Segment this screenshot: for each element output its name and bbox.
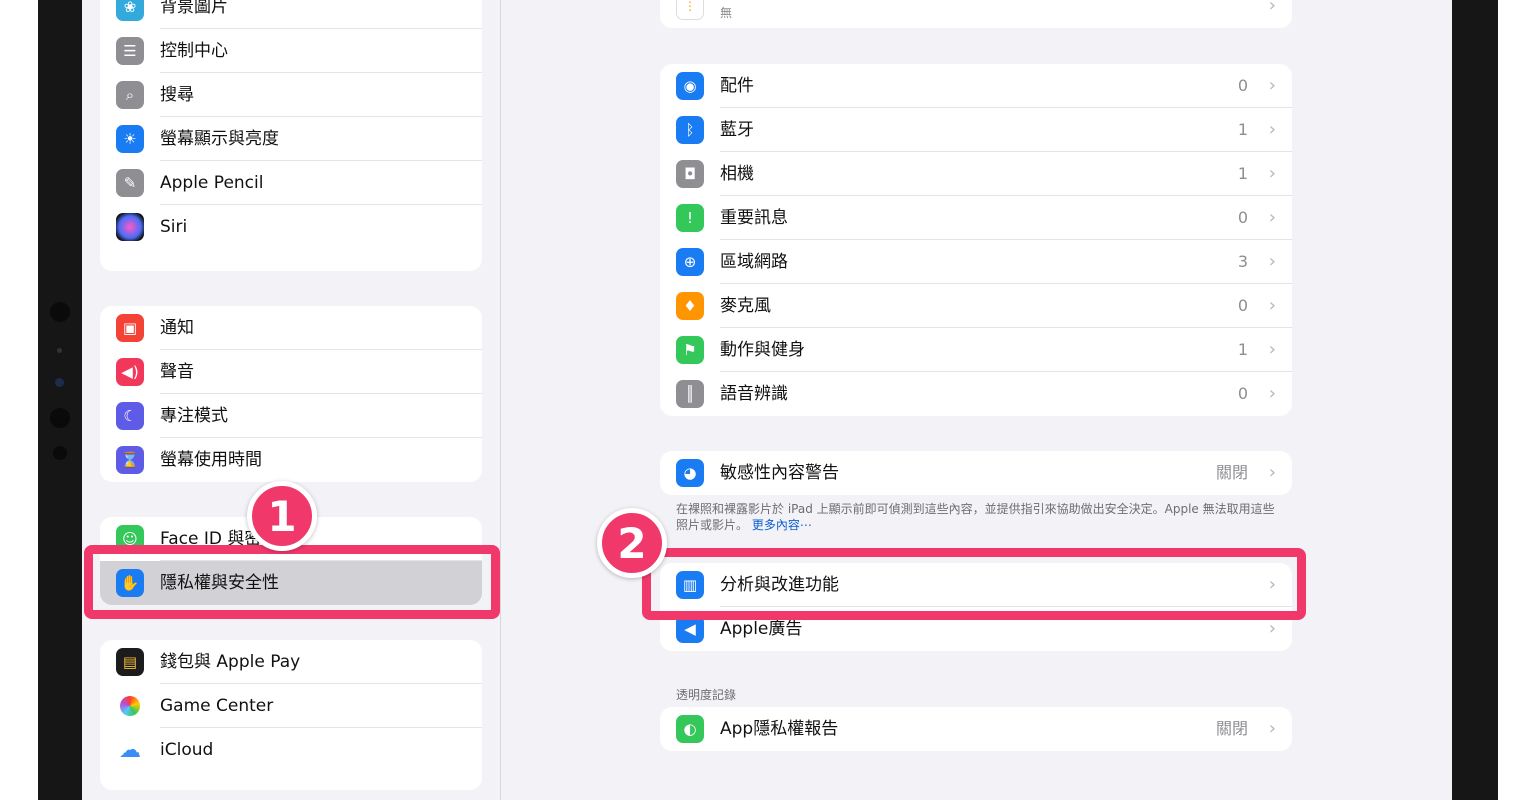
row-critical-messages[interactable]: ! 重要訊息 0 › bbox=[660, 196, 1292, 240]
sidebar-item-siri[interactable]: Siri bbox=[100, 205, 482, 249]
chevron-right-icon: › bbox=[1268, 339, 1276, 360]
row-speech-recognition[interactable]: ║ 語音辨識 0 › bbox=[660, 372, 1292, 416]
sidebar-item-focus[interactable]: ☾ 專注模式 bbox=[100, 394, 482, 438]
sidebar-group-display: ❀ 背景圖片 ☰ 控制中心 ⌕ 搜尋 ☀ 螢幕顯示與亮度 ✎ Apple Pen… bbox=[100, 0, 482, 271]
sidebar-item-screen-time[interactable]: ⌛ 螢幕使用時間 bbox=[100, 438, 482, 482]
hourglass-icon: ⌛ bbox=[116, 446, 144, 474]
camera-lens bbox=[50, 408, 70, 428]
app-privacy-group: ◐ App隱私權報告 關閉 › bbox=[660, 707, 1292, 751]
row-camera[interactable]: ◘ 相機 1 › bbox=[660, 152, 1292, 196]
eye-warning-icon: ◕ bbox=[676, 459, 704, 487]
sidebar-item-search[interactable]: ⌕ 搜尋 bbox=[100, 73, 482, 117]
ipad-screen: ❀ 背景圖片 ☰ 控制中心 ⌕ 搜尋 ☀ 螢幕顯示與亮度 ✎ Apple Pen… bbox=[82, 0, 1452, 800]
sidebar-item-game-center[interactable]: Game Center bbox=[100, 684, 482, 728]
notification-icon: ▣ bbox=[116, 314, 144, 342]
chevron-right-icon: › bbox=[1268, 251, 1276, 272]
chevron-right-icon: › bbox=[1268, 295, 1276, 316]
chevron-right-icon: › bbox=[1268, 383, 1276, 404]
speech-icon: ║ bbox=[676, 380, 704, 408]
sensor-dot bbox=[53, 446, 67, 460]
row-accessories[interactable]: ◉ 配件 0 › bbox=[660, 64, 1292, 108]
highlight-analytics bbox=[642, 548, 1306, 620]
sidebar-group-notifications: ▣ 通知 ◀) 聲音 ☾ 專注模式 ⌛ 螢幕使用時間 bbox=[100, 306, 482, 482]
more-info-link[interactable]: 更多內容⋯ bbox=[752, 518, 812, 532]
sidebar-item-display[interactable]: ☀ 螢幕顯示與亮度 bbox=[100, 117, 482, 161]
siri-icon bbox=[116, 213, 144, 241]
row-motion-fitness[interactable]: ⚑ 動作與健身 1 › bbox=[660, 328, 1292, 372]
chevron-right-icon: › bbox=[1268, 0, 1276, 16]
row-local-network[interactable]: ⊕ 區域網路 3 › bbox=[660, 240, 1292, 284]
step-badge-2: 2 bbox=[597, 508, 667, 578]
control-center-icon: ☰ bbox=[116, 37, 144, 65]
chevron-right-icon: › bbox=[1268, 163, 1276, 184]
globe-icon: ⊕ bbox=[676, 248, 704, 276]
settings-sidebar: ❀ 背景圖片 ☰ 控制中心 ⌕ 搜尋 ☀ 螢幕顯示與亮度 ✎ Apple Pen… bbox=[82, 0, 501, 800]
accessory-icon: ◉ bbox=[676, 72, 704, 100]
sidebar-item-icloud[interactable]: ☁ iCloud bbox=[100, 728, 482, 772]
brightness-icon: ☀ bbox=[116, 125, 144, 153]
bluetooth-icon: ᛒ bbox=[676, 116, 704, 144]
search-icon: ⌕ bbox=[116, 81, 144, 109]
row-app-privacy-report[interactable]: ◐ App隱私權報告 關閉 › bbox=[660, 707, 1292, 751]
sidebar-item-control-center[interactable]: ☰ 控制中心 bbox=[100, 29, 482, 73]
row-bluetooth[interactable]: ᛒ 藍牙 1 › bbox=[660, 108, 1292, 152]
chevron-right-icon: › bbox=[1268, 462, 1276, 483]
row-microphone[interactable]: ♦ 麥克風 0 › bbox=[660, 284, 1292, 328]
sensitive-content-group: ◕ 敏感性內容警告 關閉 › bbox=[660, 451, 1292, 495]
sidebar-item-wallpaper[interactable]: ❀ 背景圖片 bbox=[100, 0, 482, 29]
chevron-right-icon: › bbox=[1268, 207, 1276, 228]
chevron-right-icon: › bbox=[1268, 119, 1276, 140]
camera-lens bbox=[50, 302, 70, 322]
sidebar-item-apple-pencil[interactable]: ✎ Apple Pencil bbox=[100, 161, 482, 205]
sensor-dot bbox=[57, 348, 62, 353]
sidebar-item-sounds[interactable]: ◀) 聲音 bbox=[100, 350, 482, 394]
game-center-icon bbox=[116, 692, 144, 720]
transparency-section-header: 透明度記錄 bbox=[676, 688, 737, 702]
highlight-privacy bbox=[84, 545, 500, 619]
wallet-icon: ▤ bbox=[116, 648, 144, 676]
critical-message-icon: ! bbox=[676, 204, 704, 232]
chevron-right-icon: › bbox=[1268, 718, 1276, 739]
top-row[interactable]: ⋮ 無 › bbox=[660, 0, 1292, 28]
device-bezel-left bbox=[38, 0, 82, 800]
fitness-icon: ⚑ bbox=[676, 336, 704, 364]
permissions-group: ◉ 配件 0 › ᛒ 藍牙 1 › ◘ 相機 1 › ! 重要訊息 0 › ⊕ … bbox=[660, 64, 1292, 416]
device-bezel-right bbox=[1452, 0, 1498, 800]
sidebar-item-wallet[interactable]: ▤ 錢包與 Apple Pay bbox=[100, 640, 482, 684]
icloud-icon: ☁ bbox=[116, 736, 144, 764]
sidebar-item-notifications[interactable]: ▣ 通知 bbox=[100, 306, 482, 350]
pencil-icon: ✎ bbox=[116, 169, 144, 197]
camera-icon: ◘ bbox=[676, 160, 704, 188]
shield-icon: ◐ bbox=[676, 715, 704, 743]
list-icon: ⋮ bbox=[676, 0, 704, 20]
sensitive-content-footnote: 在裸照和裸露影片於 iPad 上顯示前即可偵測到這些內容，並提供指引來協助做出安… bbox=[676, 502, 1275, 532]
wallpaper-icon: ❀ bbox=[116, 0, 144, 21]
row-sensitive-content[interactable]: ◕ 敏感性內容警告 關閉 › bbox=[660, 451, 1292, 495]
sound-icon: ◀) bbox=[116, 358, 144, 386]
step-badge-1: 1 bbox=[247, 481, 317, 551]
sensor-dot bbox=[55, 378, 64, 387]
detail-top-group: ⋮ 無 › bbox=[660, 0, 1292, 28]
moon-icon: ☾ bbox=[116, 402, 144, 430]
chevron-right-icon: › bbox=[1268, 75, 1276, 96]
microphone-icon: ♦ bbox=[676, 292, 704, 320]
